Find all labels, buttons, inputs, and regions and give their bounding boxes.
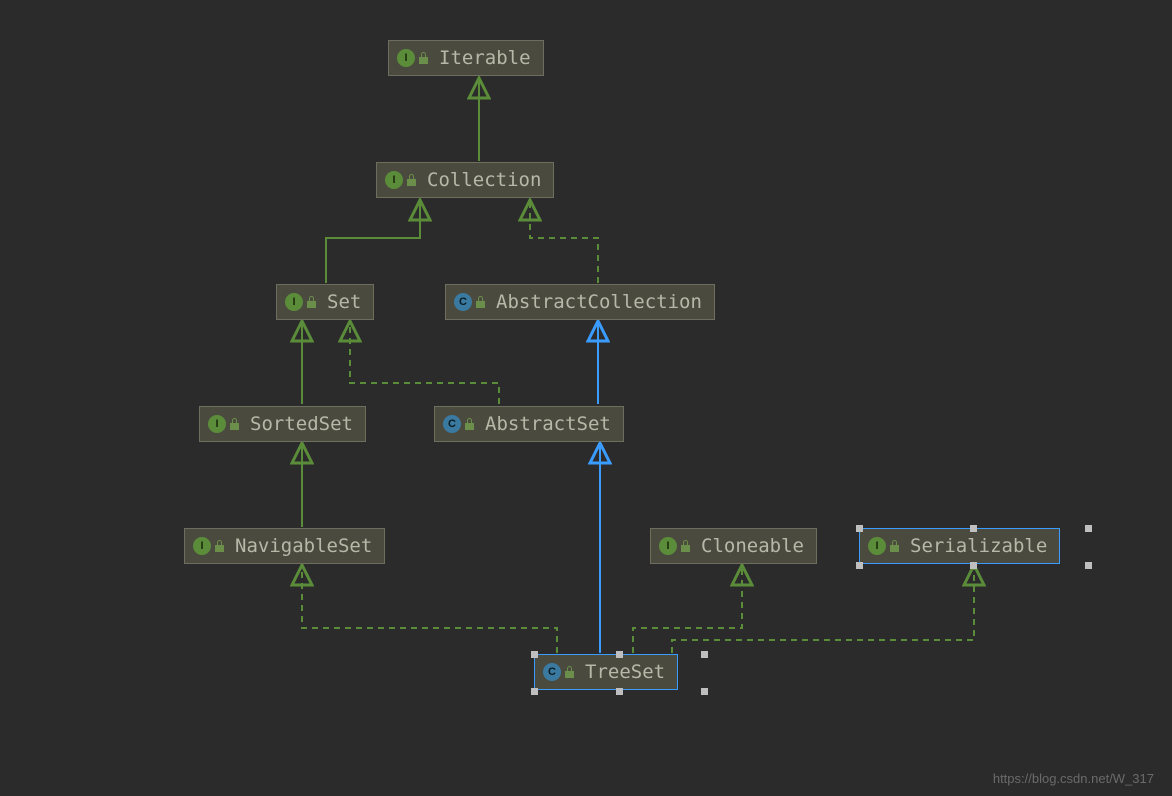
selection-handle[interactable] <box>616 688 623 695</box>
edge-treeset-serializable <box>672 567 974 653</box>
selection-handle[interactable] <box>1085 525 1092 532</box>
selection-handle[interactable] <box>701 688 708 695</box>
lock-icon <box>565 666 575 678</box>
node-label: NavigableSet <box>235 535 372 557</box>
lock-icon <box>681 540 691 552</box>
interface-icon: I <box>193 537 211 555</box>
node-label: AbstractSet <box>485 413 611 435</box>
selection-handle[interactable] <box>1085 562 1092 569</box>
node-navigableset[interactable]: I NavigableSet <box>184 528 385 564</box>
interface-icon: I <box>397 49 415 67</box>
interface-icon: I <box>868 537 886 555</box>
selection-handle[interactable] <box>970 562 977 569</box>
node-label: Serializable <box>910 535 1047 557</box>
interface-icon: I <box>659 537 677 555</box>
node-serializable[interactable]: I Serializable <box>859 528 1060 564</box>
node-cloneable[interactable]: I Cloneable <box>650 528 817 564</box>
interface-icon: I <box>208 415 226 433</box>
lock-icon <box>476 296 486 308</box>
node-label: TreeSet <box>585 661 665 683</box>
node-label: Cloneable <box>701 535 804 557</box>
abstract-class-icon: C <box>454 293 472 311</box>
node-label: Collection <box>427 169 541 191</box>
interface-icon: I <box>285 293 303 311</box>
abstract-class-icon: C <box>443 415 461 433</box>
node-set[interactable]: I Set <box>276 284 374 320</box>
edge-treeset-navigableset <box>302 567 557 653</box>
node-collection[interactable]: I Collection <box>376 162 554 198</box>
lock-icon <box>419 52 429 64</box>
node-abstractcollection[interactable]: C AbstractCollection <box>445 284 715 320</box>
lock-icon <box>890 540 900 552</box>
edge-abstractset-set <box>350 323 499 404</box>
watermark-text: https://blog.csdn.net/W_317 <box>993 771 1154 786</box>
selection-handle[interactable] <box>616 651 623 658</box>
lock-icon <box>407 174 417 186</box>
node-sortedset[interactable]: I SortedSet <box>199 406 366 442</box>
selection-handle[interactable] <box>701 651 708 658</box>
node-treeset[interactable]: C TreeSet <box>534 654 678 690</box>
node-label: SortedSet <box>250 413 353 435</box>
class-icon: C <box>543 663 561 681</box>
selection-handle[interactable] <box>856 562 863 569</box>
selection-handle[interactable] <box>970 525 977 532</box>
edge-abstractcollection-collection <box>530 202 598 283</box>
selection-handle[interactable] <box>856 525 863 532</box>
selection-handle[interactable] <box>531 651 538 658</box>
lock-icon <box>215 540 225 552</box>
lock-icon <box>230 418 240 430</box>
node-iterable[interactable]: I Iterable <box>388 40 544 76</box>
node-abstractset[interactable]: C AbstractSet <box>434 406 624 442</box>
node-label: Iterable <box>439 47 531 69</box>
node-label: Set <box>327 291 361 313</box>
node-label: AbstractCollection <box>496 291 702 313</box>
interface-icon: I <box>385 171 403 189</box>
edge-treeset-cloneable <box>633 567 742 653</box>
selection-handle[interactable] <box>531 688 538 695</box>
edge-set-collection <box>326 202 420 283</box>
lock-icon <box>465 418 475 430</box>
lock-icon <box>307 296 317 308</box>
